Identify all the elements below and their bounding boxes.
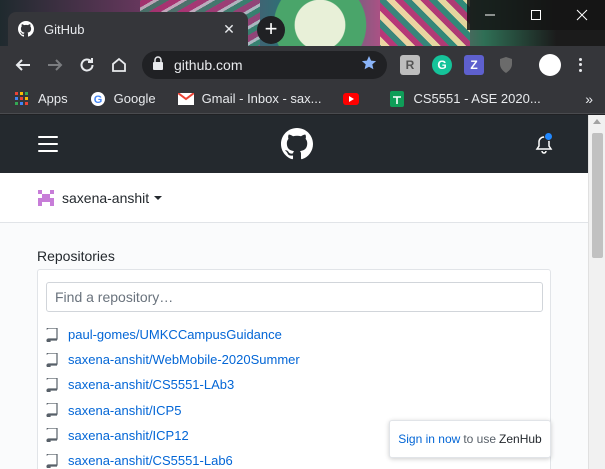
list-item: saxena-anshit/WebMobile-2020Summer [46,347,300,372]
zenhub-extension-icon[interactable]: Z [464,55,484,75]
bookmark-gmail[interactable]: Gmail - Inbox - sax... [177,91,322,107]
extension-icon[interactable]: R [400,55,420,75]
shield-icon[interactable] [496,55,516,75]
notification-indicator [544,132,553,141]
forward-arrow-icon[interactable] [39,49,71,81]
bookmark-label: Google [113,91,156,106]
minimize-icon[interactable] [467,0,513,30]
repo-icon [46,327,58,342]
theme-artwork [380,0,470,46]
lock-icon [152,55,164,75]
browser-toolbar: github.com R G Z [0,46,605,84]
apps-grid-icon [14,91,30,107]
github-header [0,115,588,173]
repository-list: paul-gomes/UMKCCampusGuidance saxena-ans… [46,322,300,469]
google-icon: G [90,91,106,107]
browser-menu-icon[interactable] [572,54,588,76]
bookmark-label: Gmail - Inbox - sax... [201,91,322,106]
repo-link[interactable]: saxena-anshit/CS5551-Lab6 [68,453,233,468]
youtube-icon [343,91,360,107]
bookmark-google[interactable]: G Google [90,91,156,107]
list-item: paul-gomes/UMKCCampusGuidance [46,322,300,347]
back-arrow-icon[interactable] [7,49,39,81]
maximize-icon[interactable] [513,0,559,30]
browser-tab-github[interactable]: GitHub ✕ [8,12,248,46]
list-item: saxena-anshit/ICP12 [46,423,300,448]
zenhub-signin-link[interactable]: Sign in now [398,432,460,446]
repo-link[interactable]: saxena-anshit/ICP12 [68,428,189,443]
list-item: saxena-anshit/ICP5 [46,398,300,423]
repo-link[interactable]: saxena-anshit/ICP5 [68,403,181,418]
github-favicon-icon [18,21,34,37]
repo-icon [46,377,58,392]
browser-title-bar: GitHub ✕ + [0,0,605,46]
zenhub-popup-text: to use [463,432,497,446]
zenhub-signin-popup: Sign in now to use ZenHub [389,420,551,458]
repo-icon [46,403,58,418]
github-logo-icon[interactable] [281,128,313,160]
page-viewport: saxena-anshit Repositories paul-gomes/UM… [0,115,588,469]
repo-link[interactable]: paul-gomes/UMKCCampusGuidance [68,327,282,342]
profile-avatar[interactable] [539,54,561,76]
page-scrollbar[interactable] [588,115,605,469]
bookmark-star-icon[interactable] [361,55,377,76]
grammarly-icon[interactable]: G [432,55,452,75]
repo-icon [46,352,58,367]
home-icon[interactable] [103,49,135,81]
close-window-icon[interactable] [559,0,605,30]
more-bookmarks-icon[interactable]: » [585,91,593,107]
sheets-icon [389,90,405,107]
repo-link[interactable]: saxena-anshit/CS5551-LAb3 [68,377,234,392]
repo-link[interactable]: saxena-anshit/WebMobile-2020Summer [68,352,300,367]
scroll-up-arrow-icon[interactable] [593,119,601,124]
url-text: github.com [174,57,243,73]
repo-icon [46,428,58,443]
username: saxena-anshit [62,189,150,206]
bookmark-label: Apps [38,91,68,106]
hamburger-menu-icon[interactable] [38,136,58,152]
new-tab-button[interactable]: + [257,16,285,44]
bookmark-youtube[interactable] [343,91,367,107]
account-switcher[interactable]: saxena-anshit [0,173,588,223]
tab-title: GitHub [44,21,85,37]
bookmark-cs5551[interactable]: CS5551 - ASE 2020... [389,90,541,107]
list-item: saxena-anshit/CS5551-LAb3 [46,372,300,397]
reload-icon[interactable] [71,49,103,81]
bookmark-apps[interactable]: Apps [14,91,68,107]
find-repository-input[interactable] [46,282,543,312]
zenhub-brand: ZenHub [499,432,542,446]
repo-icon [46,453,58,468]
bookmark-label: CS5551 - ASE 2020... [413,91,541,106]
bookmarks-bar: Apps G Google Gmail - Inbox - sax... CS5… [0,84,605,114]
gmail-icon [177,91,194,107]
list-item: saxena-anshit/CS5551-Lab6 [46,448,300,469]
repositories-heading: Repositories [37,248,115,264]
address-bar[interactable]: github.com [142,51,387,79]
close-tab-icon[interactable]: ✕ [220,21,238,38]
window-controls [467,0,605,30]
caret-down-icon [154,195,163,200]
scrollbar-thumb[interactable] [592,133,603,258]
svg-text:G: G [93,94,102,106]
user-avatar [38,189,54,206]
